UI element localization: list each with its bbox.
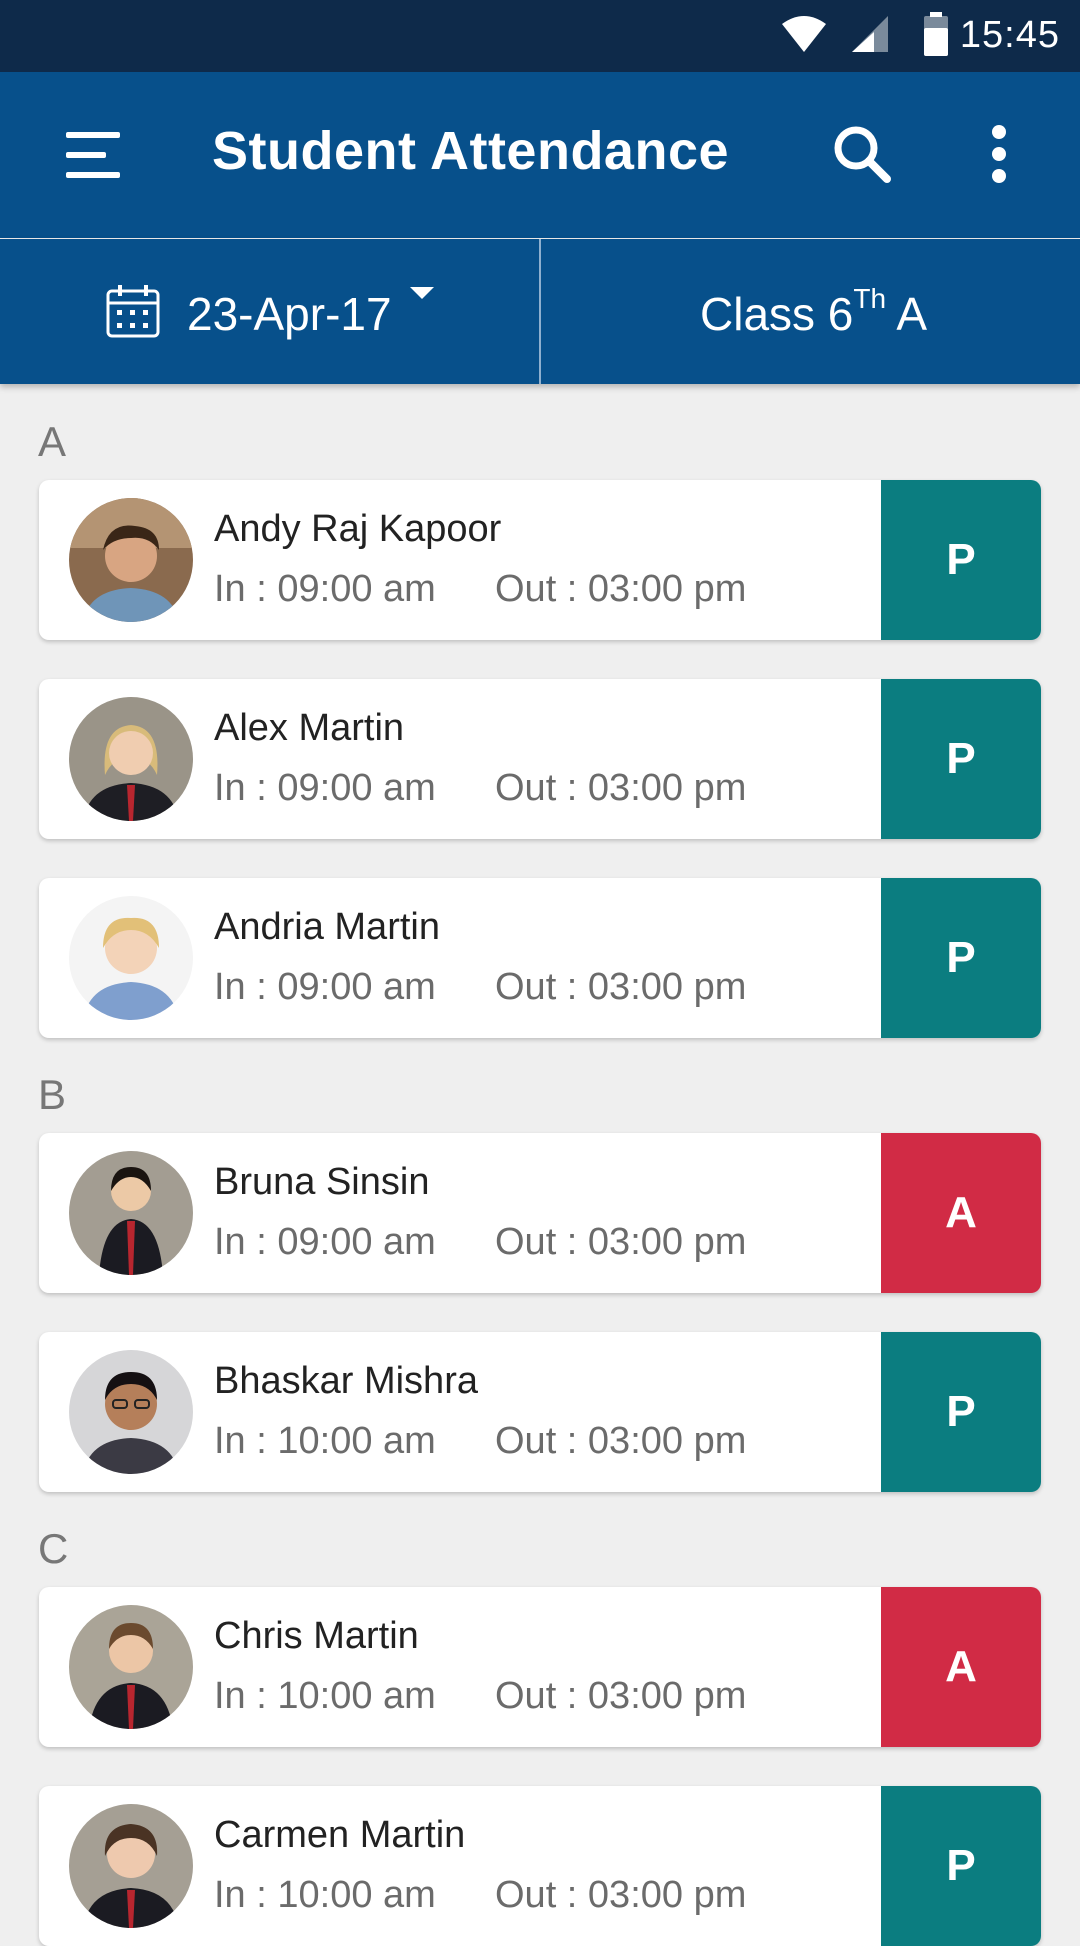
attendance-status-toggle[interactable]: P (881, 679, 1041, 839)
filter-bar: 23-Apr-17 Class 6Th A (0, 239, 1080, 384)
student-card[interactable]: Bruna Sinsin In : 09:00 am Out : 03:00 p… (39, 1133, 1041, 1293)
search-icon[interactable] (832, 124, 892, 184)
student-avatar (69, 1804, 193, 1928)
check-in-time: In : 09:00 am (214, 767, 436, 809)
date-label: 23-Apr-17 (187, 288, 392, 340)
check-in-time: In : 10:00 am (214, 1420, 436, 1462)
student-name: Carmen Martin (214, 1814, 466, 1856)
student-card[interactable]: Bhaskar Mishra In : 10:00 am Out : 03:00… (39, 1332, 1041, 1492)
student-avatar (69, 697, 193, 821)
student-name: Bruna Sinsin (214, 1161, 430, 1203)
app-bar: Student Attendance (0, 72, 1080, 238)
attendance-status-toggle[interactable]: A (881, 1133, 1041, 1293)
check-out-time: Out : 03:00 pm (495, 1874, 747, 1916)
attendance-status-toggle[interactable]: P (881, 1332, 1041, 1492)
check-in-time: In : 10:00 am (214, 1675, 436, 1717)
cellular-signal-icon (852, 16, 888, 52)
menu-icon[interactable] (66, 130, 120, 180)
check-out-time: Out : 03:00 pm (495, 1221, 747, 1263)
check-in-time: In : 09:00 am (214, 1221, 436, 1263)
status-bar: 15:45 (0, 0, 1080, 72)
section-header-a: A (38, 418, 67, 465)
check-in-time: In : 10:00 am (214, 1874, 436, 1916)
class-ordinal-suffix: Th (853, 283, 887, 314)
check-out-time: Out : 03:00 pm (495, 1675, 747, 1717)
student-name: Bhaskar Mishra (214, 1360, 478, 1402)
class-selector[interactable]: Class 6Th A (700, 283, 928, 341)
student-card[interactable]: Andria Martin In : 09:00 am Out : 03:00 … (39, 878, 1041, 1038)
student-avatar (69, 1350, 193, 1474)
attendance-status-toggle[interactable]: A (881, 1587, 1041, 1747)
page-title: Student Attendance (212, 121, 730, 181)
student-name: Chris Martin (214, 1615, 419, 1657)
check-in-time: In : 09:00 am (214, 568, 436, 610)
section-header-b: B (38, 1071, 67, 1118)
attendance-status-toggle[interactable]: P (881, 1786, 1041, 1946)
student-card[interactable]: Carmen Martin In : 10:00 am Out : 03:00 … (39, 1786, 1041, 1946)
student-avatar (69, 896, 193, 1020)
student-avatar (69, 1151, 193, 1275)
calendar-icon (106, 285, 160, 338)
class-section: A (886, 288, 928, 340)
student-name: Andria Martin (214, 906, 440, 948)
class-label: Class 6 (700, 288, 854, 340)
check-out-time: Out : 03:00 pm (495, 767, 747, 809)
battery-icon (924, 12, 948, 56)
student-card[interactable]: Chris Martin In : 10:00 am Out : 03:00 p… (39, 1587, 1041, 1747)
student-card[interactable]: Andy Raj Kapoor In : 09:00 am Out : 03:0… (39, 480, 1041, 640)
check-out-time: Out : 03:00 pm (495, 1420, 747, 1462)
dropdown-caret-icon (410, 287, 434, 299)
student-avatar (69, 498, 193, 622)
attendance-status-toggle[interactable]: P (881, 878, 1041, 1038)
attendance-status-toggle[interactable]: P (881, 480, 1041, 640)
more-options-icon[interactable] (984, 124, 1014, 184)
student-avatar (69, 1605, 193, 1729)
section-header-c: C (38, 1525, 69, 1572)
check-out-time: Out : 03:00 pm (495, 568, 747, 610)
clock: 15:45 (959, 14, 1060, 56)
student-name: Andy Raj Kapoor (214, 508, 502, 550)
student-card[interactable]: Alex Martin In : 09:00 am Out : 03:00 pm… (39, 679, 1041, 839)
student-name: Alex Martin (214, 707, 405, 749)
divider (539, 239, 541, 384)
check-in-time: In : 09:00 am (214, 966, 436, 1008)
wifi-icon (782, 16, 826, 52)
check-out-time: Out : 03:00 pm (495, 966, 747, 1008)
